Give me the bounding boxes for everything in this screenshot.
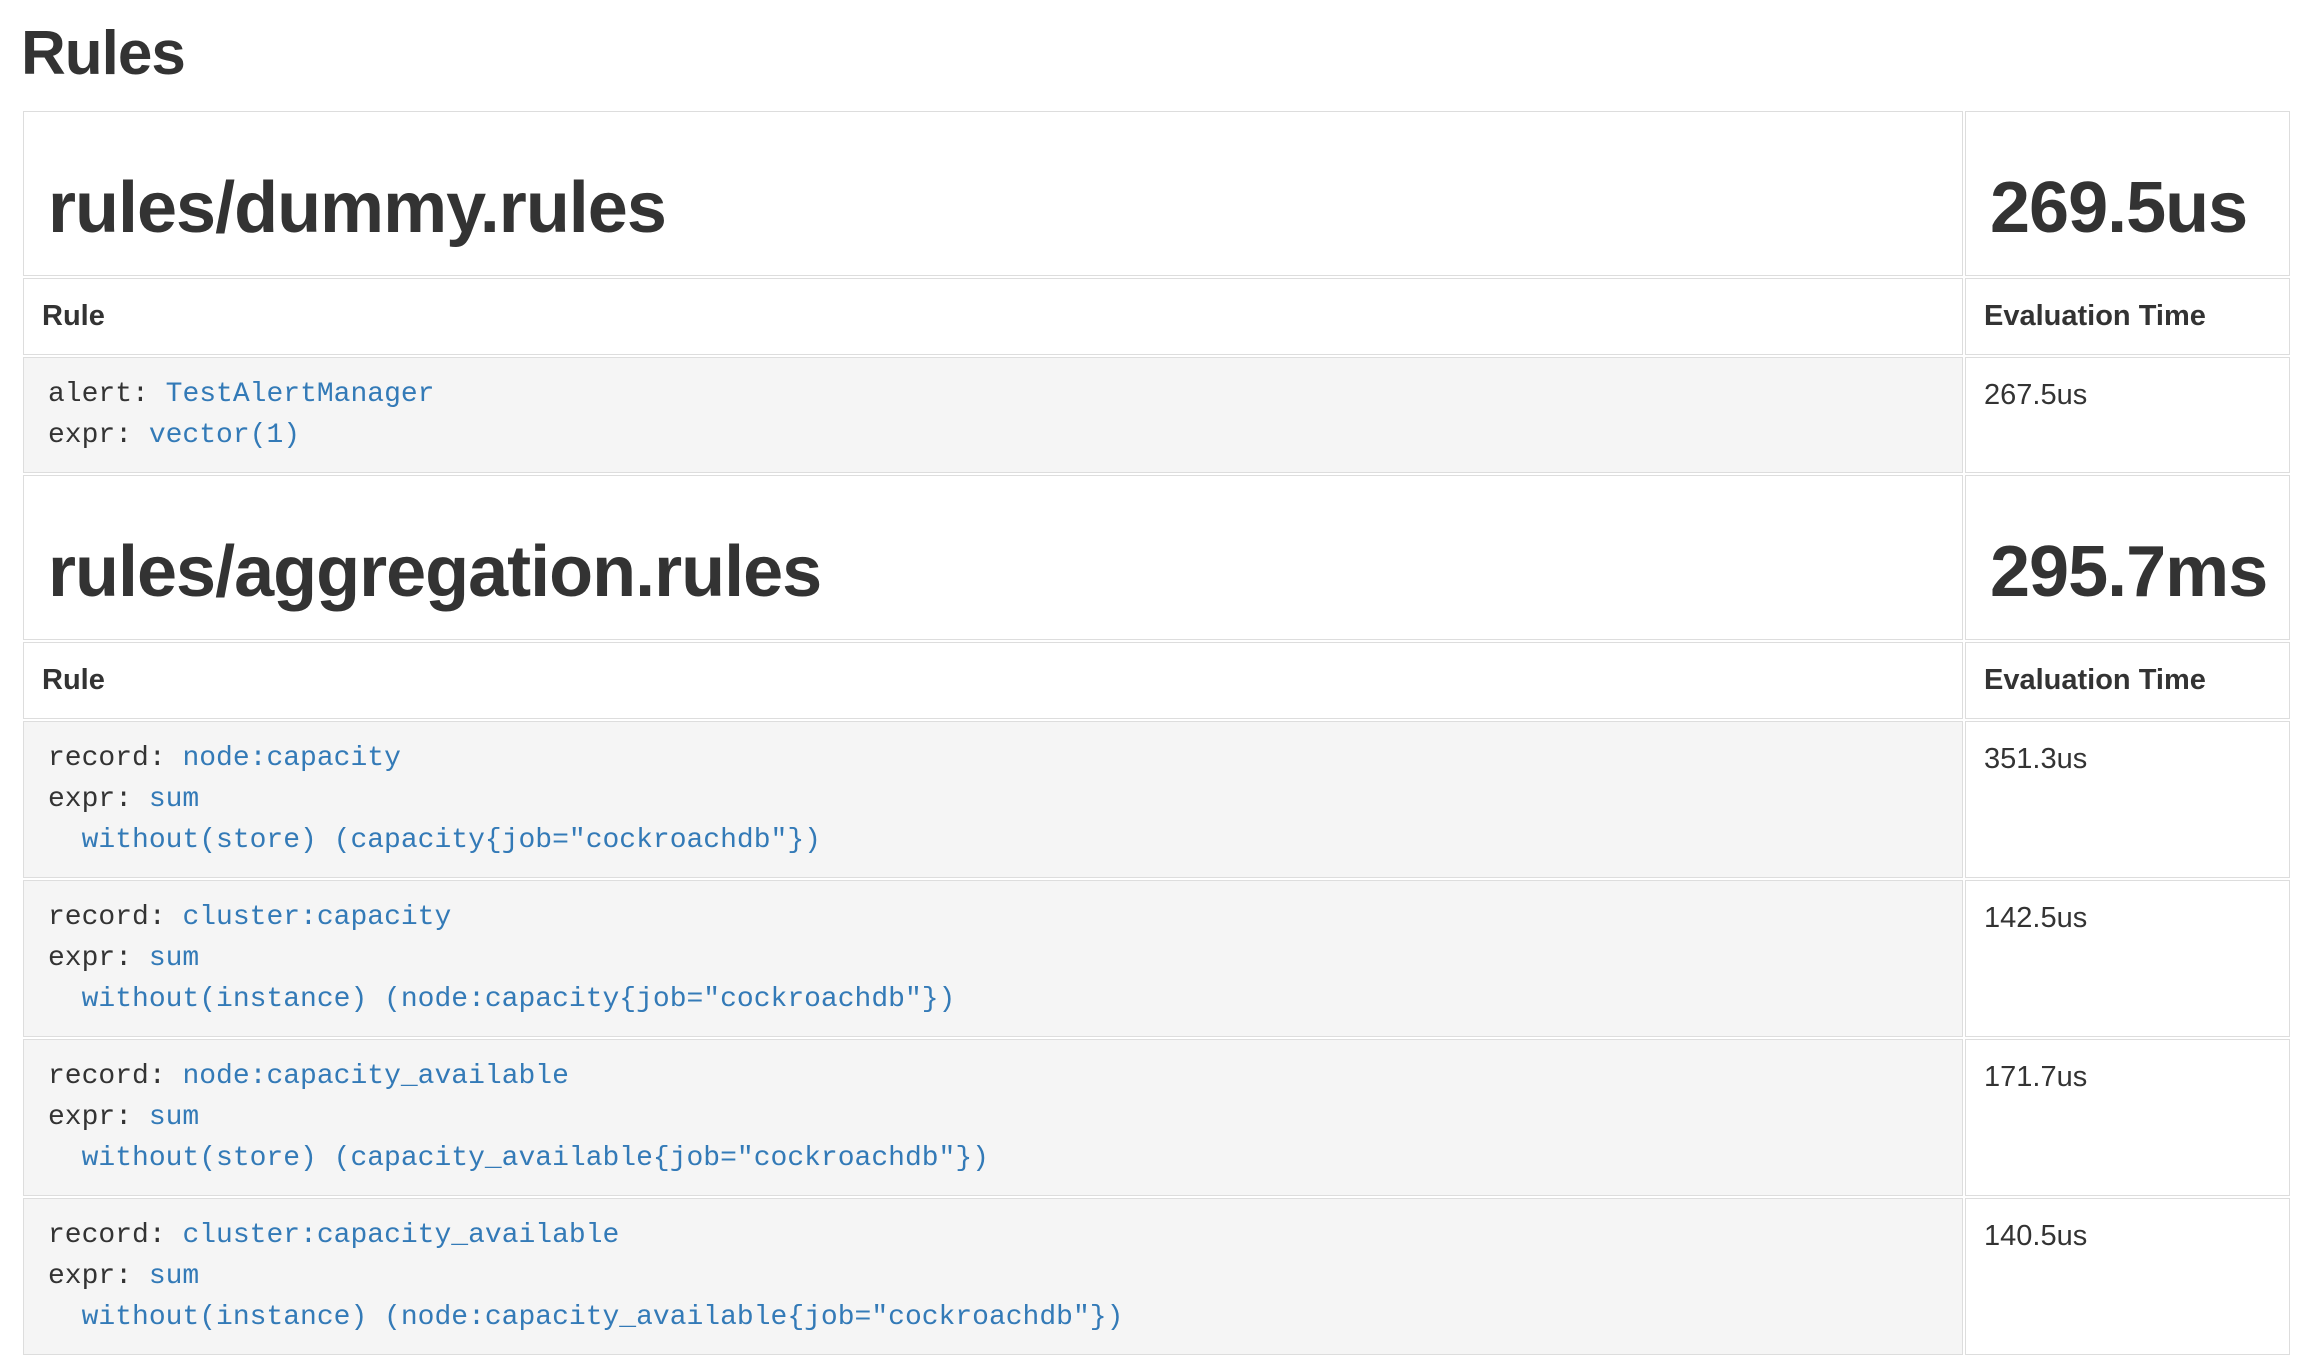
rules-table: rules/dummy.rules 269.5us Rule Evaluatio…	[21, 109, 2292, 1357]
rule-row: record: node:capacity_available expr: su…	[23, 1039, 2290, 1196]
expr-keyword: expr:	[48, 1261, 132, 1292]
rule-group-header-row: rules/aggregation.rules 295.7ms	[23, 475, 2290, 640]
rule-eval-time: 171.7us	[1965, 1039, 2290, 1196]
rule-type-keyword: record:	[48, 1061, 166, 1092]
rule-eval-time: 351.3us	[1965, 721, 2290, 878]
rule-group-eval-time: 295.7ms	[1984, 533, 2271, 612]
rule-cell: record: node:capacity expr: sum without(…	[23, 721, 1963, 878]
rule-type-keyword: record:	[48, 902, 166, 933]
rule-row: record: cluster:capacity expr: sum witho…	[23, 880, 2290, 1037]
rule-eval-time: 142.5us	[1965, 880, 2290, 1037]
rule-code: alert: TestAlertManager expr: vector(1)	[42, 374, 1944, 456]
rule-expr-link[interactable]: sum without(instance) (node:capacity_ava…	[48, 1261, 1123, 1333]
rule-expr-link[interactable]: vector(1)	[149, 420, 300, 451]
rule-column-header: Rule	[23, 642, 1963, 719]
rule-eval-time: 140.5us	[1965, 1198, 2290, 1355]
rule-cell: alert: TestAlertManager expr: vector(1)	[23, 357, 1963, 473]
rule-code: record: cluster:capacity expr: sum witho…	[42, 897, 1944, 1020]
rule-cell: record: cluster:capacity expr: sum witho…	[23, 880, 1963, 1037]
rules-table-body: rules/dummy.rules 269.5us Rule Evaluatio…	[23, 111, 2290, 1355]
rule-name-link[interactable]: cluster:capacity	[182, 902, 451, 933]
rule-group-name-cell: rules/dummy.rules	[23, 111, 1963, 276]
expr-keyword: expr:	[48, 1102, 132, 1133]
column-header-row: Rule Evaluation Time	[23, 642, 2290, 719]
rule-row: alert: TestAlertManager expr: vector(1) …	[23, 357, 2290, 473]
rules-page: Rules rules/dummy.rules 269.5us Rule Eva…	[0, 20, 2316, 1357]
rule-cell: record: node:capacity_available expr: su…	[23, 1039, 1963, 1196]
rule-type-keyword: alert:	[48, 379, 149, 410]
rule-expr-link[interactable]: sum without(store) (capacity_available{j…	[48, 1102, 989, 1174]
rule-name-link[interactable]: cluster:capacity_available	[182, 1220, 619, 1251]
page-title: Rules	[21, 20, 2292, 88]
rule-group-eval-time: 269.5us	[1984, 169, 2271, 248]
rule-name-link[interactable]: node:capacity	[182, 743, 400, 774]
rule-name-link[interactable]: node:capacity_available	[182, 1061, 568, 1092]
rule-cell: record: cluster:capacity_available expr:…	[23, 1198, 1963, 1355]
rule-expr-link[interactable]: sum without(instance) (node:capacity{job…	[48, 943, 955, 1015]
expr-keyword: expr:	[48, 943, 132, 974]
expr-keyword: expr:	[48, 784, 132, 815]
rule-type-keyword: record:	[48, 1220, 166, 1251]
rule-row: record: cluster:capacity_available expr:…	[23, 1198, 2290, 1355]
eval-time-column-header: Evaluation Time	[1965, 278, 2290, 355]
rule-expr-link[interactable]: sum without(store) (capacity{job="cockro…	[48, 784, 821, 856]
rule-group-name: rules/aggregation.rules	[42, 533, 1944, 612]
rule-code: record: node:capacity expr: sum without(…	[42, 738, 1944, 861]
column-header-row: Rule Evaluation Time	[23, 278, 2290, 355]
rule-type-keyword: record:	[48, 743, 166, 774]
rule-group-header-row: rules/dummy.rules 269.5us	[23, 111, 2290, 276]
rule-group-name-cell: rules/aggregation.rules	[23, 475, 1963, 640]
eval-time-column-header: Evaluation Time	[1965, 642, 2290, 719]
expr-keyword: expr:	[48, 420, 132, 451]
rule-code: record: cluster:capacity_available expr:…	[42, 1215, 1944, 1338]
rule-group-name: rules/dummy.rules	[42, 169, 1944, 248]
rule-eval-time: 267.5us	[1965, 357, 2290, 473]
rule-group-eval-time-cell: 295.7ms	[1965, 475, 2290, 640]
rule-code: record: node:capacity_available expr: su…	[42, 1056, 1944, 1179]
rule-group-eval-time-cell: 269.5us	[1965, 111, 2290, 276]
rule-row: record: node:capacity expr: sum without(…	[23, 721, 2290, 878]
rule-column-header: Rule	[23, 278, 1963, 355]
rule-name-link[interactable]: TestAlertManager	[166, 379, 435, 410]
